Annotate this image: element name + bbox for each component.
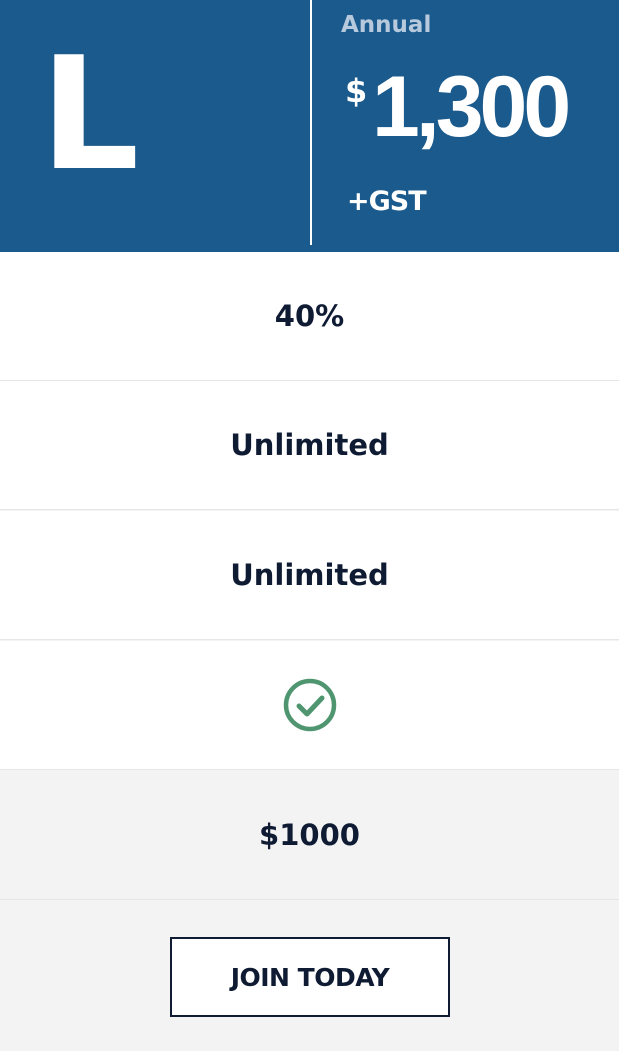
feature-row-4 bbox=[0, 641, 619, 770]
feature-value: Unlimited bbox=[230, 558, 389, 592]
pricing-header: L Annual $ 1,300 +GST bbox=[0, 0, 619, 252]
header-divider bbox=[310, 0, 312, 245]
feature-value: $1000 bbox=[259, 818, 360, 852]
billing-period: Annual bbox=[341, 12, 432, 38]
pricing-footer: JOIN TODAY bbox=[0, 901, 619, 1051]
tax-note: +GST bbox=[347, 186, 427, 217]
price-amount: 1,300 bbox=[372, 59, 571, 155]
feature-value: 40% bbox=[274, 299, 345, 333]
feature-row-3: Unlimited bbox=[0, 511, 619, 640]
feature-row-5: $1000 bbox=[0, 771, 619, 900]
check-circle-icon bbox=[283, 678, 336, 732]
pricing-card: L Annual $ 1,300 +GST 40% Unlimited Unli… bbox=[0, 0, 619, 1051]
feature-row-2: Unlimited bbox=[0, 381, 619, 510]
feature-value: Unlimited bbox=[230, 428, 389, 462]
feature-row-1: 40% bbox=[0, 252, 619, 381]
join-today-button[interactable]: JOIN TODAY bbox=[170, 937, 450, 1017]
currency-symbol: $ bbox=[345, 72, 368, 110]
tier-letter: L bbox=[40, 23, 140, 205]
